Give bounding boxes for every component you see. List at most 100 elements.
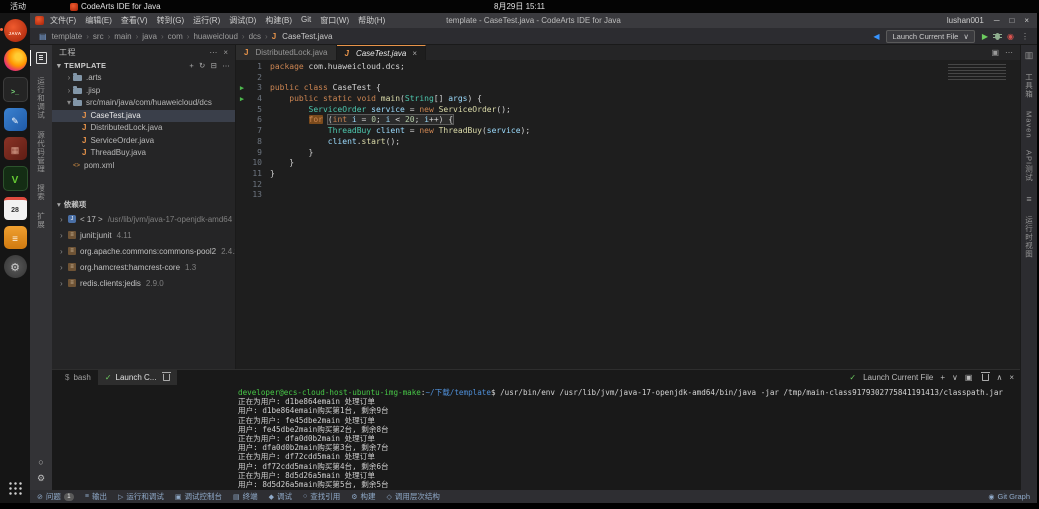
- tree-item[interactable]: ›.jisp: [52, 85, 235, 98]
- menu-item[interactable]: Git: [301, 15, 311, 26]
- close-button[interactable]: ×: [1024, 16, 1029, 25]
- dependency-item[interactable]: ›junit:junit4.11: [52, 227, 235, 243]
- dock-item-calendar[interactable]: 28: [4, 197, 27, 220]
- tree-item[interactable]: JDistributedLock.java: [52, 122, 235, 135]
- tree-item[interactable]: ›.arts: [52, 72, 235, 85]
- menu-item[interactable]: 窗口(W): [320, 15, 349, 26]
- breadcrumb-item[interactable]: dcs: [249, 32, 261, 41]
- debug-bug-icon[interactable]: [995, 33, 1000, 40]
- menu-item[interactable]: 转到(G): [157, 15, 185, 26]
- menu-item[interactable]: 运行(R): [193, 15, 220, 26]
- rail-explorer-button[interactable]: [30, 50, 52, 66]
- tree-item[interactable]: ▾src/main/java/com/huaweicloud/dcs: [52, 97, 235, 110]
- sidebar-close-icon[interactable]: ×: [223, 48, 228, 57]
- statusbar-item[interactable]: ○查找引用: [303, 491, 340, 502]
- dock-item-app-grid[interactable]: [4, 476, 27, 499]
- trash-icon[interactable]: [163, 374, 170, 381]
- new-file-icon[interactable]: +: [189, 61, 194, 70]
- dock-item-settings-app[interactable]: [4, 255, 27, 278]
- dock-item-vim[interactable]: [3, 166, 28, 191]
- collapse-all-icon[interactable]: ⊟: [211, 61, 218, 70]
- new-terminal-icon[interactable]: +: [940, 373, 945, 382]
- close-tab-icon[interactable]: ×: [412, 49, 417, 58]
- statusbar-item[interactable]: ⚙构建: [351, 491, 375, 502]
- menu-item[interactable]: 调试(D): [229, 15, 256, 26]
- tree-item[interactable]: JServiceOrder.java: [52, 135, 235, 148]
- close-panel-icon[interactable]: ×: [1009, 373, 1014, 382]
- tree-item[interactable]: JCaseTest.java: [52, 110, 235, 123]
- statusbar-item[interactable]: ⊘问题1: [37, 491, 74, 502]
- run-gutter-icon[interactable]: ▶: [236, 83, 248, 94]
- statusbar-item[interactable]: ≡输出: [85, 491, 107, 502]
- dependency-item[interactable]: ›redis.clients:jedis2.9.0: [52, 275, 235, 291]
- toolbar-more-icon[interactable]: ⋮: [1021, 32, 1029, 41]
- run-button[interactable]: ▶: [982, 32, 988, 41]
- menu-item[interactable]: 文件(F): [50, 15, 76, 26]
- code-editor[interactable]: 1package com.huaweicloud.dcs;2▶3public c…: [236, 60, 1020, 369]
- menu-item[interactable]: 查看(V): [121, 15, 148, 26]
- back-icon[interactable]: ◀: [873, 32, 879, 41]
- breadcrumb-item[interactable]: template: [52, 32, 83, 41]
- terminal-launch-label[interactable]: Launch Current File: [863, 373, 933, 382]
- sidebar-more-icon[interactable]: ⋯: [209, 48, 217, 57]
- dependency-item[interactable]: ›org.apache.commons:commons-pool22.4.2: [52, 243, 235, 259]
- dependency-item[interactable]: ›org.hamcrest:hamcrest-core1.3: [52, 259, 235, 275]
- dock-item-file-manager[interactable]: [4, 226, 27, 249]
- account-icon[interactable]: ○: [38, 457, 43, 467]
- maximize-panel-icon[interactable]: ∧: [996, 373, 1002, 382]
- minimize-button[interactable]: ─: [994, 16, 1000, 25]
- dependencies-header[interactable]: ▾ 依赖项: [52, 198, 235, 211]
- terminal-tab[interactable]: $bash: [58, 370, 98, 385]
- left-rail-tab[interactable]: 源代码管理: [36, 131, 47, 174]
- split-terminal-icon[interactable]: ▣: [965, 373, 973, 382]
- statusbar-item[interactable]: ▣调试控制台: [175, 491, 222, 502]
- right-rail-tab[interactable]: API测试: [1024, 150, 1035, 182]
- dock-item-text-editor[interactable]: [4, 108, 27, 131]
- breadcrumb-file[interactable]: JCaseTest.java: [272, 32, 333, 41]
- breadcrumb-item[interactable]: huaweicloud: [193, 32, 237, 41]
- tree-item[interactable]: JThreadBuy.java: [52, 147, 235, 160]
- dock-item-codearts-java[interactable]: JAVA: [4, 19, 27, 42]
- menu-item[interactable]: 构建(B): [265, 15, 292, 26]
- tree-more-icon[interactable]: ⋯: [222, 61, 230, 70]
- clock[interactable]: 8月29日 15:11: [494, 1, 545, 12]
- right-rail-tab[interactable]: 工具箱: [1024, 73, 1035, 99]
- editor-tab[interactable]: JCaseTest.java×: [337, 45, 427, 60]
- git-graph-button[interactable]: ◉Git Graph: [988, 492, 1030, 501]
- profile-record-icon[interactable]: ◉: [1007, 32, 1014, 41]
- dock-item-firefox[interactable]: [4, 48, 27, 71]
- breadcrumb-item[interactable]: main: [114, 32, 131, 41]
- tree-item[interactable]: <>pom.xml: [52, 160, 235, 173]
- dock-item-software-app[interactable]: [4, 137, 27, 160]
- editor-tab[interactable]: JDistributedLock.java: [236, 45, 337, 60]
- terminal-dropdown-icon[interactable]: ∨: [952, 373, 958, 382]
- run-gutter-icon[interactable]: ▶: [236, 94, 248, 105]
- terminal-tab[interactable]: ✓Launch C...: [98, 370, 178, 385]
- split-editor-icon[interactable]: ▣: [991, 48, 999, 57]
- statusbar-item[interactable]: ◇调用层次结构: [387, 491, 440, 502]
- kill-terminal-icon[interactable]: [982, 374, 989, 381]
- maximize-button[interactable]: □: [1009, 16, 1014, 25]
- refresh-icon[interactable]: ↻: [199, 61, 206, 70]
- dock-item-terminal-app[interactable]: [3, 77, 28, 102]
- terminal-output[interactable]: developer@ecs-cloud-host-ubuntu-img-make…: [52, 385, 1020, 490]
- breadcrumb-item[interactable]: java: [142, 32, 157, 41]
- statusbar-item[interactable]: ◆调试: [269, 491, 292, 502]
- left-rail-tab[interactable]: 扩展: [36, 212, 47, 229]
- settings-gear-icon[interactable]: ⚙: [37, 473, 45, 484]
- right-rail-tab[interactable]: Maven: [1025, 111, 1034, 139]
- activities-button[interactable]: 活动: [10, 1, 26, 12]
- menu-item[interactable]: 帮助(H): [358, 15, 385, 26]
- editor-more-icon[interactable]: ⋯: [1005, 48, 1013, 57]
- statusbar-item[interactable]: ▷运行和调试: [118, 491, 164, 502]
- user-account-label[interactable]: lushan001: [947, 16, 984, 25]
- right-rail-tab[interactable]: 运行时视图: [1024, 216, 1035, 259]
- breadcrumb-item[interactable]: com: [168, 32, 183, 41]
- breadcrumb-item[interactable]: src: [93, 32, 104, 41]
- launch-config-dropdown[interactable]: Launch Current File ∨: [886, 30, 974, 43]
- menu-item[interactable]: 编辑(E): [85, 15, 112, 26]
- left-rail-tab[interactable]: 搜索: [36, 184, 47, 201]
- panel-layout-icon[interactable]: ▥: [1025, 50, 1034, 61]
- statusbar-item[interactable]: ▤终端: [233, 491, 258, 502]
- outline-icon[interactable]: ≡: [1026, 194, 1031, 204]
